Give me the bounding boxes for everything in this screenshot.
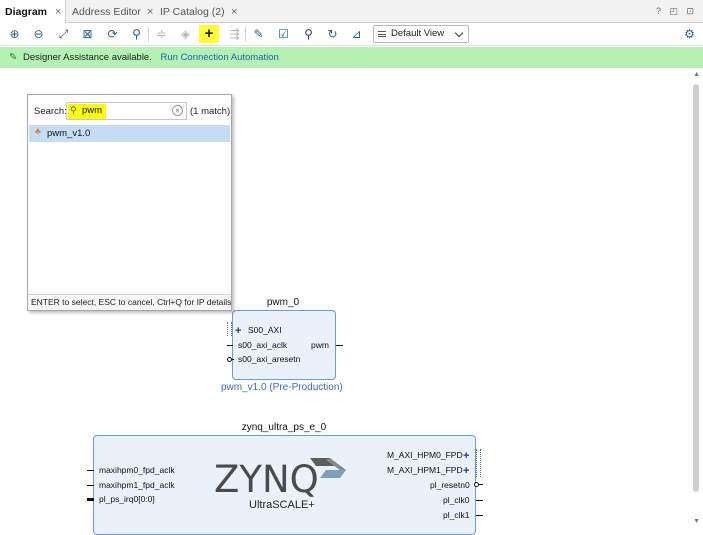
close-icon[interactable]: × <box>55 0 61 24</box>
port-pwm: pwm <box>311 340 329 350</box>
search-input[interactable]: ⚲ pwm × <box>66 102 187 120</box>
assist-pin-icon: ✎ <box>9 52 18 63</box>
wire-pl-ps-irq0[interactable] <box>87 498 94 501</box>
expand-plus-icon[interactable]: + <box>463 451 469 462</box>
search-label-text: Search: <box>34 106 67 117</box>
port-maxihpm0-fpd-aclk: maxihpm0_fpd_aclk <box>99 465 175 475</box>
route-icon[interactable]: ⇶ <box>226 26 243 43</box>
zynq-logo: ZYNQ <box>214 458 319 501</box>
clear-icon[interactable]: × <box>172 105 183 116</box>
add-ip-search-popup: Search: ⚲ pwm × (1 match) ♣ pwm_v1.0 ENT… <box>27 94 232 311</box>
settings-icon[interactable]: ✎ <box>250 26 267 43</box>
scroll-down-arrow-icon[interactable]: ▼ <box>693 518 700 525</box>
view-select-value: Default View <box>391 28 445 39</box>
port-pl-clk0: pl_clk0 <box>443 495 470 505</box>
port-s00-axi-aclk: s00_axi_aclk <box>238 340 288 350</box>
zynq-block-title: zynq_ultra_ps_e_0 <box>241 422 327 433</box>
designer-assistance-bar: ✎ Designer Assistance available. Run Con… <box>0 47 703 68</box>
port-pl-resetn0: pl_resetn0 <box>430 480 470 490</box>
wire-s00-axi-aclk[interactable] <box>227 345 233 346</box>
ip-core-icon: ♣ <box>35 126 41 136</box>
toolbar-divider <box>245 27 246 42</box>
gear-icon[interactable]: ⚙ <box>681 26 698 43</box>
expand-plus-icon[interactable]: + <box>463 466 469 477</box>
diagram-window: Diagram × Address Editor × IP Catalog (2… <box>0 0 703 535</box>
match-count: (1 match) <box>190 106 231 117</box>
wire-pl-clk1[interactable] <box>476 515 483 516</box>
vertical-scrollbar[interactable] <box>693 84 699 492</box>
search-icon: ⚲ <box>70 105 77 115</box>
toolbar-divider <box>148 27 149 42</box>
diagram-toolbar: ⊕ ⊖ ⤢ ⊠ ⟳ ⚲ ≑ ◈ + ⇶ ✎ ☑ ⚲ ↻ ⊿ Default Vi… <box>0 23 703 46</box>
zoom-fit-icon[interactable]: ⊠ <box>79 26 96 43</box>
search-icon[interactable]: ⚲ <box>128 26 145 43</box>
window-controls[interactable]: ? ◰ ⊡ <box>656 6 697 17</box>
port-pl-clk1: pl_clk1 <box>443 510 470 520</box>
zoom-out-icon[interactable]: ⊖ <box>30 26 47 43</box>
close-icon[interactable]: × <box>147 0 153 24</box>
tab-address-editor-label: Address Editor <box>72 6 141 18</box>
port-m-axi-hpm0-fpd: M_AXI_HPM0_FPD <box>387 450 463 460</box>
port-maxihpm1-fpd-aclk: maxihpm1_fpd_aclk <box>99 480 175 490</box>
zynq-logo-subtitle: UltraSCALE+ <box>249 499 315 511</box>
scroll-up-arrow-icon[interactable]: ▲ <box>693 71 700 78</box>
tab-bar: Diagram × Address Editor × IP Catalog (2… <box>0 0 703 23</box>
plus-icon: + <box>204 25 214 42</box>
search-input-value: pwm <box>82 105 103 116</box>
zoom-in-icon[interactable]: ⊕ <box>6 26 23 43</box>
search-label: Search: <box>34 106 67 117</box>
wire-maxihpm0-fpd-aclk[interactable] <box>87 470 94 471</box>
refresh-icon[interactable]: ⟳ <box>104 26 121 43</box>
close-icon[interactable]: × <box>231 0 237 24</box>
tab-ip-catalog-label: IP Catalog (2) <box>160 6 225 18</box>
list-item[interactable]: ♣ pwm_v1.0 <box>29 125 230 142</box>
regenerate-icon[interactable]: ↻ <box>324 26 341 43</box>
expand-plus-icon[interactable]: + <box>235 326 241 337</box>
chevron-down-icon <box>454 28 464 38</box>
pwm-block-subtitle: pwm_v1.0 (Pre-Production) <box>221 382 343 393</box>
interface-bus-icon <box>476 449 481 477</box>
assist-message: Designer Assistance available. <box>23 52 152 63</box>
tab-diagram-label: Diagram <box>5 6 48 18</box>
tab-ip-catalog[interactable]: IP Catalog (2) × <box>155 0 241 23</box>
menu-icon <box>378 31 386 37</box>
port-s00-axi: S00_AXI <box>248 325 282 335</box>
fit-icon[interactable]: ⤢ <box>55 26 72 43</box>
popup-hint: ENTER to select, ESC to cancel, Ctrl+Q f… <box>28 294 231 310</box>
tab-diagram[interactable]: Diagram × <box>0 0 66 23</box>
tab-address-editor[interactable]: Address Editor × <box>67 0 155 23</box>
view-select[interactable]: Default View <box>373 25 469 43</box>
run-connection-automation-link[interactable]: Run Connection Automation <box>161 52 279 63</box>
validate-icon[interactable]: ◈ <box>177 26 194 43</box>
optimize-icon[interactable]: ⊿ <box>348 26 365 43</box>
port-m-axi-hpm1-fpd: M_AXI_HPM1_FPD <box>387 465 463 475</box>
pwm-block-title: pwm_0 <box>266 297 300 308</box>
wire-maxihpm1-fpd-aclk[interactable] <box>87 485 94 486</box>
align-icon[interactable]: ≑ <box>153 26 170 43</box>
add-ip-button[interactable]: + <box>199 25 219 43</box>
port-pl-ps-irq0: pl_ps_irq0[0:0] <box>99 494 155 504</box>
wire-pl-clk0[interactable] <box>476 500 483 501</box>
check-icon[interactable]: ☑ <box>275 26 292 43</box>
result-label: pwm_v1.0 <box>47 128 91 139</box>
wire-pwm[interactable] <box>336 345 343 346</box>
pin-icon[interactable]: ⚲ <box>300 26 317 43</box>
wire-s00-axi-aresetn[interactable] <box>231 359 234 360</box>
port-s00-axi-aresetn: s00_axi_aresetn <box>238 354 301 364</box>
wire-pl-resetn0[interactable] <box>478 484 483 485</box>
interface-bus-icon <box>227 322 232 336</box>
